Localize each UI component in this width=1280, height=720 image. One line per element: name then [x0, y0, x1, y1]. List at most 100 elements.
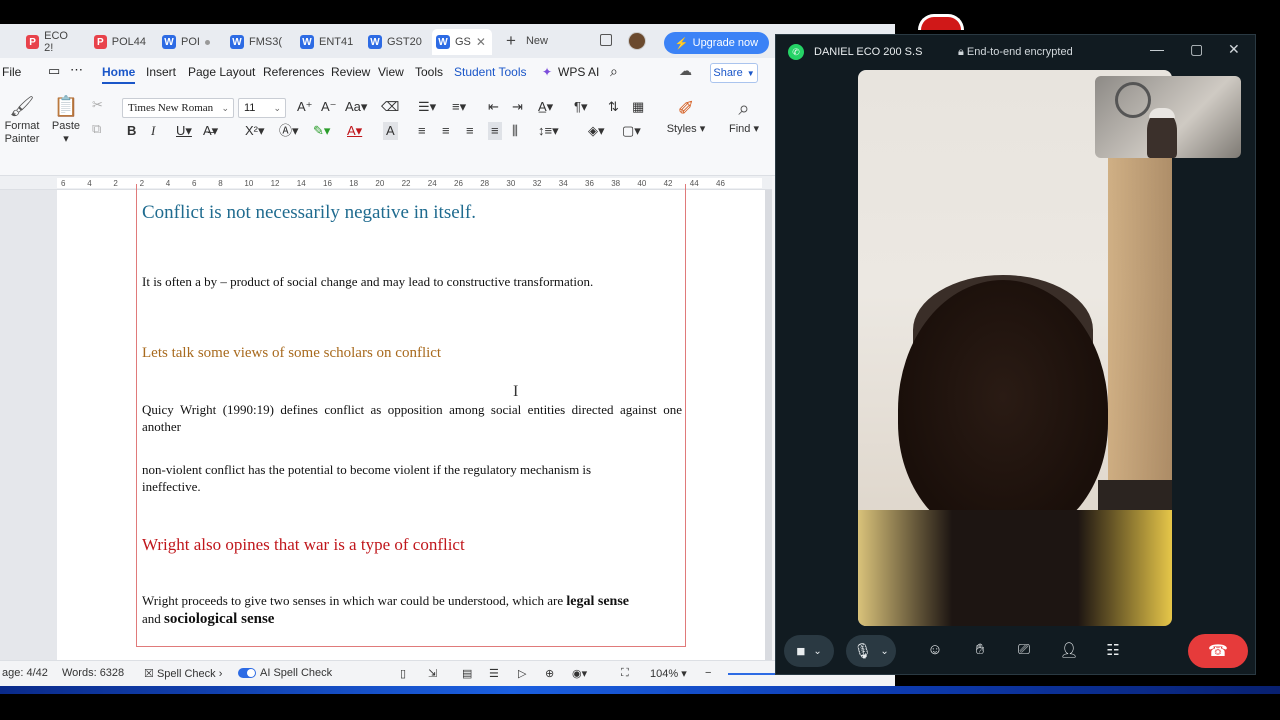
align-left-icon[interactable]: ≡ [418, 122, 426, 140]
maximize-icon[interactable]: ▢ [1190, 41, 1203, 58]
distributed-icon[interactable]: ⫼ [512, 122, 518, 140]
format-painter-button[interactable]: 🖌 Format Painter [4, 94, 40, 146]
screen-share-icon[interactable]: ⎚ [1013, 641, 1035, 658]
web-layout-icon[interactable]: ⇲ [428, 667, 437, 680]
raise-hand-icon[interactable]: ✋︎ [969, 641, 991, 658]
document-tab-0[interactable]: P ECO 2! [22, 29, 78, 55]
document-canvas[interactable]: Conflict is not necessarily negative in … [0, 184, 772, 660]
increase-indent-icon[interactable]: ⇥ [512, 98, 523, 116]
decrease-font-icon[interactable]: A⁻ [321, 98, 337, 116]
bold-icon[interactable]: B [127, 122, 136, 140]
menu-view[interactable]: View [378, 65, 404, 79]
upgrade-now-button[interactable]: ⚡ Upgrade now [664, 32, 769, 54]
document-tab-5[interactable]: W GST20 [364, 29, 422, 55]
search-icon[interactable]: ⌕ [610, 63, 618, 80]
clear-format-icon[interactable]: ⌫ [381, 98, 399, 116]
italic-icon[interactable]: I [151, 122, 155, 140]
justify-icon[interactable]: ≡ [488, 122, 502, 140]
font-size-dropdown[interactable]: 11 ⌄ [238, 98, 286, 118]
document-tab-4[interactable]: W ENT41 [296, 29, 354, 55]
menu-page-layout[interactable]: Page Layout [188, 65, 255, 79]
document-tab-3[interactable]: W FMS3( [226, 29, 284, 55]
bullets-icon[interactable]: ☰▾ [418, 98, 436, 116]
paste-button[interactable]: 📋 Paste ▾ [48, 94, 84, 146]
menu-tools[interactable]: Tools [415, 65, 443, 79]
copy-icon[interactable]: ⧉ [92, 120, 101, 138]
menu-file[interactable]: File [2, 65, 21, 79]
menu-insert[interactable]: Insert [146, 65, 176, 79]
eye-icon[interactable]: ◉▾ [572, 667, 587, 680]
page-indicator[interactable]: age: 4/42 [2, 667, 48, 679]
outline-icon[interactable]: ☰ [489, 667, 499, 680]
spell-check-button[interactable]: ☒ Spell Check › [144, 667, 222, 680]
align-center-icon[interactable]: ≡ [442, 122, 450, 140]
heading-scholars-views[interactable]: Lets talk some views of some scholars on… [142, 345, 441, 362]
strikethrough-icon[interactable]: A̶▾ [203, 122, 218, 140]
paragraph-two-senses[interactable]: Wright proceeds to give two senses in wh… [142, 592, 682, 628]
ai-spell-check-toggle[interactable]: AI Spell Check [238, 667, 332, 679]
document-tab-2[interactable]: W POI [158, 29, 214, 55]
change-case-icon[interactable]: Aa▾ [345, 98, 367, 116]
menu-references[interactable]: References [263, 65, 324, 79]
styles-button[interactable]: ✐ Styles ▾ [664, 96, 708, 135]
line-spacing-icon[interactable]: ↕≡▾ [538, 122, 559, 140]
read-mode-icon[interactable]: ▯ [400, 667, 406, 680]
paragraph-quicy-wright[interactable]: Quicy Wright (1990:19) defines conflict … [142, 401, 682, 435]
shading-icon[interactable]: ◈▾ [588, 122, 605, 140]
asian-layout-icon[interactable]: A̲▾ [538, 98, 553, 116]
globe-icon[interactable]: ⊕ [545, 667, 554, 680]
sort-icon[interactable]: ⇅ [608, 98, 619, 116]
align-right-icon[interactable]: ≡ [466, 122, 474, 140]
superscript-icon[interactable]: X²▾ [245, 122, 265, 140]
fit-page-icon[interactable]: ⛶ [621, 667, 629, 680]
menu-home[interactable]: Home [102, 65, 136, 84]
end-call-button[interactable]: ☎︎ [1188, 634, 1248, 668]
self-video-preview[interactable] [1095, 76, 1241, 158]
share-button[interactable]: Share ▼ [710, 63, 758, 83]
camera-toggle-button[interactable]: ■ ⌄ [784, 635, 834, 667]
call-info-icon[interactable]: ☷ [1102, 641, 1124, 659]
font-color-icon[interactable]: A▾ [347, 122, 362, 140]
character-shading-icon[interactable]: A [383, 122, 398, 140]
find-button[interactable]: ⌕ Find ▾ [722, 96, 766, 135]
borders-icon[interactable]: ▢▾ [622, 122, 641, 140]
paragraph-non-violent[interactable]: non-violent conflict has the potential t… [142, 461, 642, 495]
increase-font-icon[interactable]: A⁺ [297, 98, 313, 116]
emoji-reaction-icon[interactable]: ☺ [924, 641, 946, 658]
document-tab-1[interactable]: P POL44 [90, 29, 146, 55]
save-icon[interactable]: ▭ [48, 63, 60, 79]
microphone-toggle-button[interactable]: 🎙︎ ⌄ [846, 635, 896, 667]
document-page[interactable]: Conflict is not necessarily negative in … [57, 184, 765, 660]
text-effect-icon[interactable]: Ⓐ▾ [279, 122, 299, 140]
close-icon[interactable]: ✕ [1228, 41, 1240, 58]
vertical-scrollbar[interactable] [765, 190, 772, 660]
menu-wps-ai[interactable]: WPS AI [558, 65, 599, 79]
decrease-indent-icon[interactable]: ⇤ [488, 98, 499, 116]
play-icon[interactable]: ▷ [518, 667, 526, 680]
zoom-out-icon[interactable]: − [705, 667, 711, 679]
highlight-icon[interactable]: ✎▾ [313, 122, 330, 140]
page-view-icon[interactable]: ▤ [462, 667, 472, 680]
close-tab-icon[interactable]: ✕ [476, 35, 486, 49]
font-name-dropdown[interactable]: Times New Roman ⌄ [122, 98, 234, 118]
more-icon[interactable]: ⋯ [70, 62, 83, 78]
underline-icon[interactable]: U▾ [176, 122, 192, 140]
zoom-level[interactable]: 104% ▾ [650, 667, 687, 680]
heading-war-type-of-conflict[interactable]: Wright also opines that war is a type of… [142, 535, 465, 555]
minimize-icon[interactable]: — [1150, 41, 1164, 57]
paragraph-mark-icon[interactable]: ¶▾ [574, 98, 588, 116]
menu-review[interactable]: Review [331, 65, 370, 79]
user-avatar[interactable] [628, 32, 646, 50]
add-participant-icon[interactable]: 👤︎ [1058, 641, 1080, 659]
heading-conflict-not-negative[interactable]: Conflict is not necessarily negative in … [142, 202, 476, 224]
numbering-icon[interactable]: ≡▾ [452, 98, 466, 116]
paragraph-by-product[interactable]: It is often a by – product of social cha… [142, 273, 682, 290]
cut-icon[interactable]: ✂ [92, 96, 103, 114]
new-tab-button[interactable]: + New [506, 32, 548, 49]
menu-student-tools[interactable]: Student Tools [454, 65, 527, 79]
cloud-icon[interactable]: ☁ [679, 63, 692, 79]
document-tab-6[interactable]: W GS ✕ [432, 29, 492, 55]
table-icon[interactable]: ▦ [632, 98, 644, 116]
word-count[interactable]: Words: 6328 [62, 667, 124, 679]
window-switch-icon[interactable] [600, 34, 612, 46]
